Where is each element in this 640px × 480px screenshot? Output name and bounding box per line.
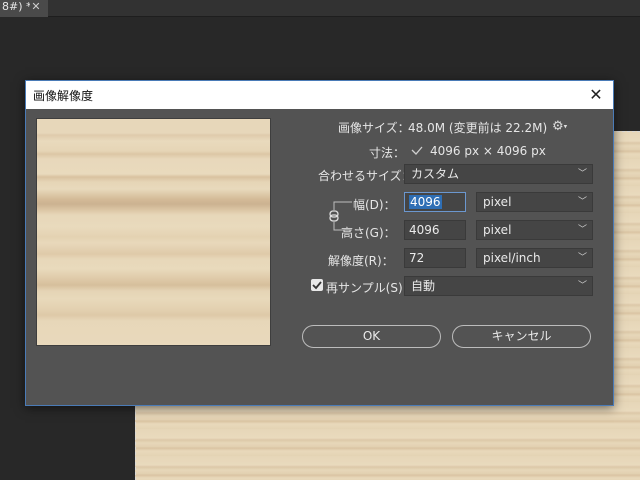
document-tab-title: 8#) * [2,0,30,13]
resolution-unit-dropdown[interactable]: pixel/inch ﹀ [476,248,593,268]
resample-label: 再サンプル(S)： [326,281,415,295]
document-tab[interactable]: 8#) *✕ [0,0,48,17]
chevron-down-icon: ﹀ [577,169,587,179]
width-unit-value: pixel [483,195,512,209]
document-tab-bar: 8#) *✕ [0,0,640,17]
checkmark-icon[interactable] [411,145,423,157]
tab-close-icon[interactable]: ✕ [30,0,42,14]
height-unit-value: pixel [483,223,512,237]
resolution-value: 72 [409,251,425,265]
fit-to-value: カスタム [411,167,460,181]
resolution-unit-value: pixel/inch [483,251,541,265]
chevron-down-icon: ﹀ [577,225,587,235]
height-value: 4096 [409,223,440,237]
height-input[interactable]: 4096 [404,220,466,240]
image-size-label: 画像サイズ： [338,121,410,135]
width-label: 幅(D)： [353,198,396,212]
resample-method-dropdown[interactable]: 自動 ﹀ [404,276,593,296]
ok-button[interactable]: OK [302,325,441,348]
gear-icon[interactable]: ⚙▾ [552,119,567,134]
height-label: 高さ(G)： [341,226,396,240]
fit-to-dropdown[interactable]: カスタム ﹀ [404,164,593,184]
dialog-titlebar[interactable]: 画像解像度 ✕ [26,81,613,109]
width-value: 4096 [409,195,442,209]
dimensions-value: 4096 px × 4096 px [430,144,546,158]
resample-checkbox[interactable] [311,279,323,291]
fit-to-label: 合わせるサイズ： [318,169,414,183]
dialog-title: 画像解像度 [33,89,94,103]
resample-method-value: 自動 [411,279,436,293]
close-icon[interactable]: ✕ [585,84,607,106]
dimensions-label: 寸法： [369,146,406,160]
width-unit-dropdown[interactable]: pixel ﹀ [476,192,593,212]
cancel-button[interactable]: キャンセル [452,325,591,348]
width-input[interactable]: 4096 [404,192,466,212]
resolution-input[interactable]: 72 [404,248,466,268]
chevron-down-icon: ﹀ [577,197,587,207]
resolution-label: 解像度(R)： [328,254,394,268]
image-preview[interactable] [36,118,271,346]
image-size-value: 48.0M (変更前は 22.2M) [408,121,548,135]
chevron-down-icon: ﹀ [577,253,587,263]
checkmark-icon [312,281,322,290]
height-unit-dropdown[interactable]: pixel ﹀ [476,220,593,240]
chevron-down-icon: ﹀ [577,281,587,291]
